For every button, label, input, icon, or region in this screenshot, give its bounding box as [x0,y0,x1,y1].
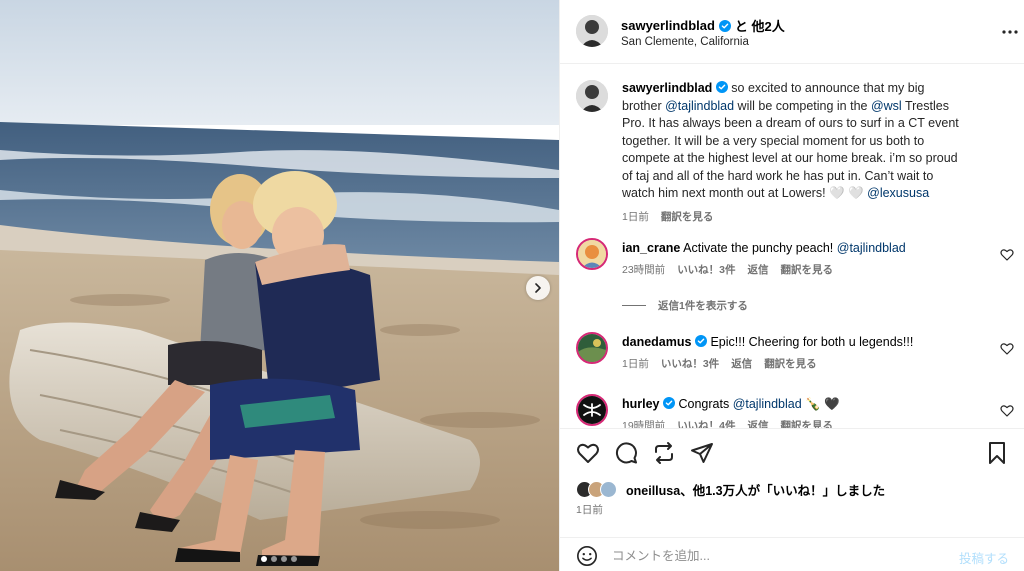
comment-username[interactable]: hurley [622,397,660,411]
comment-timestamp[interactable]: 1日前 [622,356,649,371]
caption-text: Trestles Pro. It has always been a dream… [622,98,959,201]
carousel-dot [271,556,277,562]
liker-avatars [576,481,617,498]
translate-link[interactable]: 翻訳を見る [764,356,817,371]
post-sidebar: sawyerlindblad と 他2人 San Clemente, Calif… [559,0,1024,571]
reply-button[interactable]: 返信 [731,356,752,371]
heart-icon[interactable] [1000,342,1014,356]
comment-item: danedamus Epic!!! Cheering for both u le… [576,332,1016,378]
comment-emoji: 🍾 🖤 [801,397,840,411]
caption-username[interactable]: sawyerlindblad [622,81,712,95]
carousel-dot [291,556,297,562]
comment-bubble-icon[interactable] [614,441,638,465]
profile-photo-icon [578,334,606,362]
profile-photo-icon [576,15,608,47]
comment-body: Activate the punchy peach! [683,241,837,255]
mention-link[interactable]: @tajlindblad [665,99,734,113]
comment-meta: 1日前 いいね！3件 返信 翻訳を見る [622,356,817,371]
translate-link[interactable]: 翻訳を見る [781,418,834,428]
like-heart-icon[interactable] [576,441,600,465]
likes-text: oneillusa、他1.3万人が「いいね！」しました [626,480,885,499]
post-modal: sawyerlindblad と 他2人 San Clemente, Calif… [0,0,1024,571]
comment-meta: 23時間前 いいね！3件 返信 翻訳を見る [622,262,833,277]
avatar[interactable] [576,15,608,47]
comments-list[interactable]: sawyerlindblad so excited to announce th… [560,64,1024,428]
brand-logo-icon [578,396,606,424]
verified-badge-icon [715,81,728,93]
comment-username[interactable]: ian_crane [622,241,680,255]
comment-input[interactable] [612,546,942,566]
caption-meta: 1日前 翻訳を見る [622,209,964,227]
next-slide-button[interactable] [526,276,550,300]
liker-username[interactable]: oneillusa [626,484,680,498]
replies-divider [622,305,646,306]
action-bar [576,441,714,465]
likes-count[interactable]: 、他1.3万人が「いいね！」しました [680,484,885,498]
view-replies-label: 返信1件を表示する [658,300,748,312]
comment-timestamp[interactable]: 23時間前 [622,262,665,277]
profile-photo-icon [576,80,608,112]
post-actions: oneillusa、他1.3万人が「いいね！」しました 1日前 投稿する [560,428,1024,571]
heart-icon[interactable] [1000,404,1014,418]
carousel-dot [281,556,287,562]
post-location[interactable]: San Clemente, California [621,36,749,48]
mention-link[interactable]: @lexususa [867,186,929,200]
translate-link[interactable]: 翻訳を見る [781,262,834,277]
comment-likes[interactable]: いいね！3件 [661,356,719,371]
verified-badge-icon [663,397,675,409]
comment-likes[interactable]: いいね！4件 [677,418,735,428]
reply-button[interactable]: 返信 [748,262,769,277]
author-username[interactable]: sawyerlindblad [621,18,715,33]
avatar[interactable] [576,238,608,270]
post-author: sawyerlindblad と 他2人 [621,16,785,35]
avatar[interactable] [576,80,608,112]
avatar [600,481,617,498]
emoji-icon[interactable] [576,545,598,567]
add-comment-bar: 投稿する [560,537,1024,571]
comment-username[interactable]: danedamus [622,335,691,349]
likes-summary: oneillusa、他1.3万人が「いいね！」しました [576,480,885,499]
caption-body: sawyerlindblad so excited to announce th… [622,80,964,226]
avatar[interactable] [576,394,608,426]
post-photo [0,0,559,571]
comment-text: hurley Congrats @tajlindblad 🍾 🖤 [622,396,840,412]
translate-link[interactable]: 翻訳を見る [661,209,714,227]
verified-badge-icon [694,335,707,347]
post-date[interactable]: 1日前 [576,502,603,517]
comment-meta: 19時間前 いいね！4件 返信 翻訳を見る [622,418,833,428]
caption-text: will be competing in the [734,98,871,113]
post-comment-button[interactable]: 投稿する [959,548,1009,567]
view-replies[interactable]: 返信1件を表示する [622,298,748,313]
coauthors-link[interactable]: と 他2人 [735,16,785,35]
comment-item: hurley Congrats @tajlindblad 🍾 🖤 19時間前 い… [576,394,1016,428]
comment-body: Congrats [678,397,733,411]
reply-button[interactable]: 返信 [748,418,769,428]
share-paper-plane-icon[interactable] [690,441,714,465]
carousel-indicator [261,556,297,562]
profile-photo-icon [578,240,606,268]
more-options-icon[interactable] [1000,26,1020,38]
post-header: sawyerlindblad と 他2人 San Clemente, Calif… [560,0,1024,64]
bookmark-icon[interactable] [985,441,1009,465]
heart-icon[interactable] [1000,248,1014,262]
repost-icon[interactable] [652,441,676,465]
comment-timestamp[interactable]: 19時間前 [622,418,665,428]
beach-photo-illustration [0,0,559,571]
avatar[interactable] [576,332,608,364]
mention-link[interactable]: @tajlindblad [733,397,802,411]
comment-body: Epic!!! Cheering for both u legends!!! [710,335,914,349]
comment-likes[interactable]: いいね！3件 [677,262,735,277]
chevron-right-icon [535,283,541,293]
carousel-dot [261,556,267,562]
comment-text: ian_crane Activate the punchy peach! @ta… [622,240,906,256]
mention-link[interactable]: @tajlindblad [837,241,906,255]
comment-item: ian_crane Activate the punchy peach! @ta… [576,238,1016,284]
caption-timestamp[interactable]: 1日前 [622,209,649,227]
comment-text: danedamus Epic!!! Cheering for both u le… [622,334,913,350]
mention-link[interactable]: @wsl [871,99,902,113]
verified-badge-icon [718,19,731,32]
